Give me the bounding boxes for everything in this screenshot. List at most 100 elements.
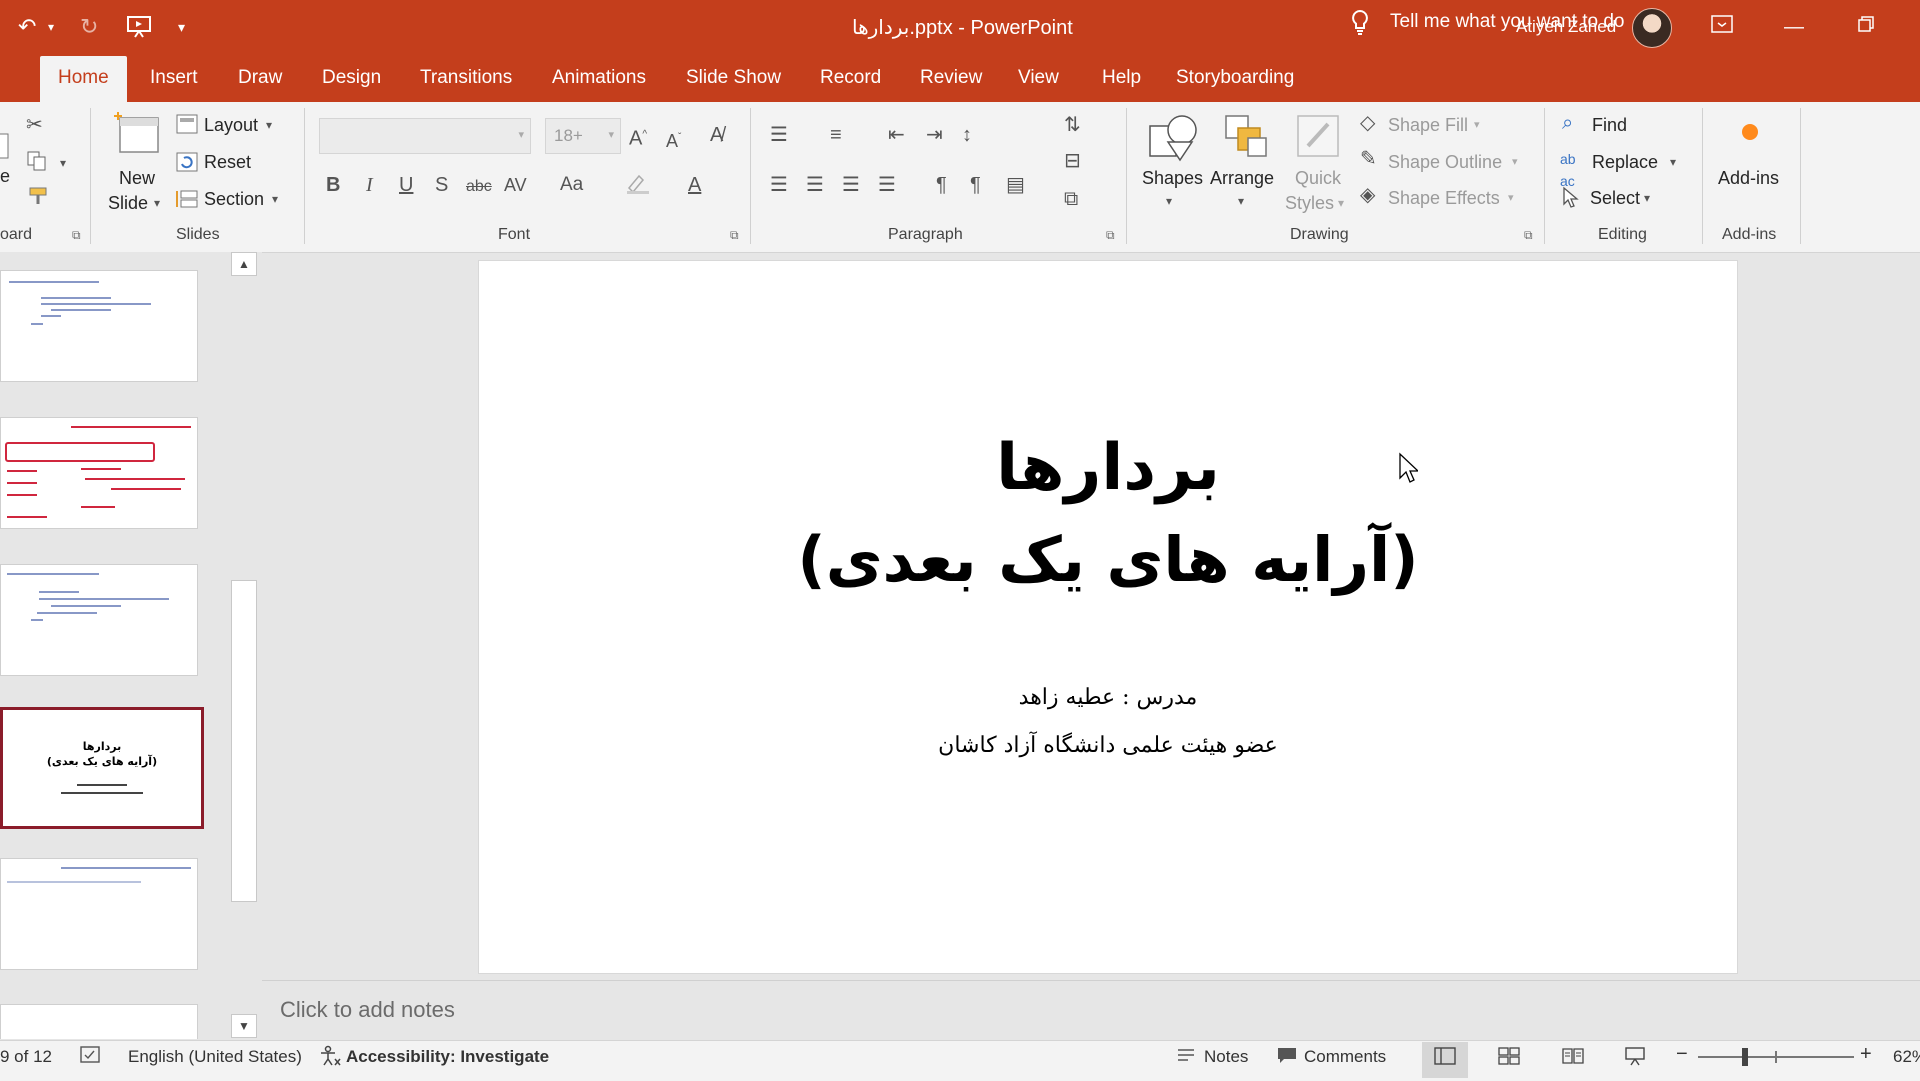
scrollbar-thumb[interactable] xyxy=(231,580,257,902)
scroll-down-icon[interactable]: ▼ xyxy=(231,1014,257,1038)
shape-fill-icon[interactable]: ◇ xyxy=(1360,112,1375,134)
format-painter-icon[interactable] xyxy=(28,186,50,211)
slide-thumbnail[interactable] xyxy=(0,270,198,382)
align-text-icon[interactable]: ⊟ xyxy=(1064,150,1081,172)
slide-title-line1[interactable]: بردارها xyxy=(479,431,1737,505)
accessibility-icon[interactable] xyxy=(318,1045,342,1072)
align-right-icon[interactable]: ☰ xyxy=(842,174,860,196)
comments-icon[interactable] xyxy=(1276,1046,1298,1069)
tab-view[interactable]: View xyxy=(1014,56,1063,102)
restore-icon[interactable] xyxy=(1846,12,1886,42)
ribbon-display-options-icon[interactable] xyxy=(1702,12,1742,42)
minimize-icon[interactable]: — xyxy=(1774,12,1814,42)
paste-button-label[interactable]: e xyxy=(0,166,10,187)
chevron-down-icon[interactable]: ▾ xyxy=(1166,194,1172,208)
clipboard-launcher-icon[interactable]: ⧉ xyxy=(72,228,81,243)
accessibility-status[interactable]: Accessibility: Investigate xyxy=(346,1047,549,1067)
slide-thumbnail-selected[interactable]: بردارها (آرایه های یک بعدی) xyxy=(0,707,204,829)
lightbulb-icon[interactable] xyxy=(1350,9,1370,37)
select-cursor-icon[interactable] xyxy=(1562,186,1580,213)
center-icon[interactable]: ☰ xyxy=(806,174,824,196)
slide-sorter-icon[interactable] xyxy=(1498,1046,1520,1071)
line-spacing-icon[interactable]: ↕ xyxy=(962,124,972,146)
comments-button[interactable]: Comments xyxy=(1304,1047,1386,1067)
scroll-up-icon[interactable]: ▲ xyxy=(231,252,257,276)
chevron-down-icon[interactable]: ▾ xyxy=(518,128,524,141)
tab-storyboarding[interactable]: Storyboarding xyxy=(1172,56,1298,102)
shapes-icon[interactable] xyxy=(1146,112,1200,162)
notes-icon[interactable] xyxy=(1176,1046,1196,1069)
slide-thumbnail[interactable] xyxy=(0,417,198,529)
notes-placeholder[interactable]: Click to add notes xyxy=(280,997,455,1023)
tab-review[interactable]: Review xyxy=(916,56,986,102)
highlight-icon[interactable] xyxy=(625,172,653,199)
quick-styles-button[interactable]: Quick xyxy=(1295,168,1341,189)
bullets-icon[interactable]: ☰ xyxy=(770,124,788,146)
tab-help[interactable]: Help xyxy=(1098,56,1145,102)
slide-title-line2[interactable]: (آرایه های یک بعدی) xyxy=(479,523,1737,596)
redo-icon[interactable]: ↻ xyxy=(80,14,98,40)
undo-icon[interactable]: ↶ xyxy=(18,14,36,40)
quick-styles-button-line2[interactable]: Styles xyxy=(1285,193,1334,214)
find-button[interactable]: Find xyxy=(1592,115,1627,136)
shape-effects-icon[interactable]: ◈ xyxy=(1360,184,1375,206)
increase-font-icon[interactable]: A^ xyxy=(629,124,647,150)
zoom-out-icon[interactable]: − xyxy=(1676,1043,1688,1066)
chevron-down-icon[interactable]: ▾ xyxy=(1338,196,1344,210)
chevron-down-icon[interactable]: ▾ xyxy=(1512,155,1518,168)
columns-icon[interactable]: ▤ xyxy=(1006,174,1025,196)
justify-icon[interactable]: ☰ xyxy=(878,174,896,196)
smartart-icon[interactable]: ⧉ xyxy=(1064,188,1078,210)
font-color-icon[interactable]: A xyxy=(688,174,701,196)
slideshow-view-icon[interactable] xyxy=(1624,1046,1646,1071)
new-slide-dropdown[interactable]: Slide xyxy=(108,193,148,214)
section-icon[interactable] xyxy=(176,189,198,214)
font-size-combobox[interactable]: 18+ ▾ xyxy=(545,118,621,154)
align-left-icon[interactable]: ☰ xyxy=(770,174,788,196)
chevron-down-icon[interactable]: ▾ xyxy=(1238,194,1244,208)
chevron-down-icon[interactable]: ▾ xyxy=(266,118,272,132)
start-slideshow-icon[interactable] xyxy=(126,14,152,44)
cut-icon[interactable]: ✂ xyxy=(26,114,43,136)
chevron-down-icon[interactable]: ▾ xyxy=(608,128,614,141)
slide-thumbnail[interactable] xyxy=(0,858,198,970)
strikethrough-icon[interactable]: abc xyxy=(466,176,492,198)
tab-animations[interactable]: Animations xyxy=(548,56,650,102)
tab-insert[interactable]: Insert xyxy=(146,56,202,102)
zoom-in-icon[interactable]: + xyxy=(1860,1043,1872,1066)
copy-icon[interactable] xyxy=(26,150,48,177)
font-launcher-icon[interactable]: ⧉ xyxy=(730,228,739,243)
notes-toggle-button[interactable]: Notes xyxy=(1204,1047,1248,1067)
increase-indent-icon[interactable]: ⇥ xyxy=(926,124,943,146)
shape-fill-button[interactable]: Shape Fill xyxy=(1388,115,1468,136)
quick-styles-icon[interactable] xyxy=(1294,112,1342,162)
shape-effects-button[interactable]: Shape Effects xyxy=(1388,188,1500,209)
replace-button[interactable]: Replace xyxy=(1592,152,1658,173)
reading-view-icon[interactable] xyxy=(1562,1046,1584,1071)
decrease-font-icon[interactable]: Aˇ xyxy=(666,127,681,152)
zoom-level[interactable]: 62% xyxy=(1893,1047,1920,1067)
zoom-slider-thumb[interactable] xyxy=(1742,1048,1748,1066)
tab-transitions[interactable]: Transitions xyxy=(416,56,516,102)
tab-draw[interactable]: Draw xyxy=(234,56,286,102)
chevron-down-icon[interactable]: ▾ xyxy=(154,196,160,210)
reset-button[interactable]: Reset xyxy=(204,152,251,173)
chevron-down-icon[interactable]: ▾ xyxy=(1508,191,1514,204)
layout-button[interactable]: Layout xyxy=(204,115,258,136)
text-direction-icon[interactable]: ⇅ xyxy=(1064,114,1081,136)
new-slide-button[interactable]: New xyxy=(119,168,155,189)
arrange-button[interactable]: Arrange xyxy=(1210,168,1274,189)
tab-design[interactable]: Design xyxy=(318,56,385,102)
customize-toolbar-icon[interactable]: ▾ xyxy=(178,14,185,40)
slide-counter[interactable]: 9 of 12 xyxy=(0,1047,52,1067)
copy-dropdown-icon[interactable]: ▾ xyxy=(60,156,66,170)
section-button[interactable]: Section xyxy=(204,189,264,210)
tab-home[interactable]: Home xyxy=(40,56,127,102)
slide-thumbnail[interactable] xyxy=(0,1004,198,1039)
undo-dropdown-icon[interactable]: ▾ xyxy=(48,14,54,40)
language-indicator[interactable]: English (United States) xyxy=(128,1047,302,1067)
slide-thumbnail[interactable] xyxy=(0,564,198,676)
text-shadow-icon[interactable]: S xyxy=(435,174,448,196)
user-avatar[interactable] xyxy=(1632,8,1672,48)
find-icon[interactable]: ⌕ xyxy=(1562,112,1573,134)
